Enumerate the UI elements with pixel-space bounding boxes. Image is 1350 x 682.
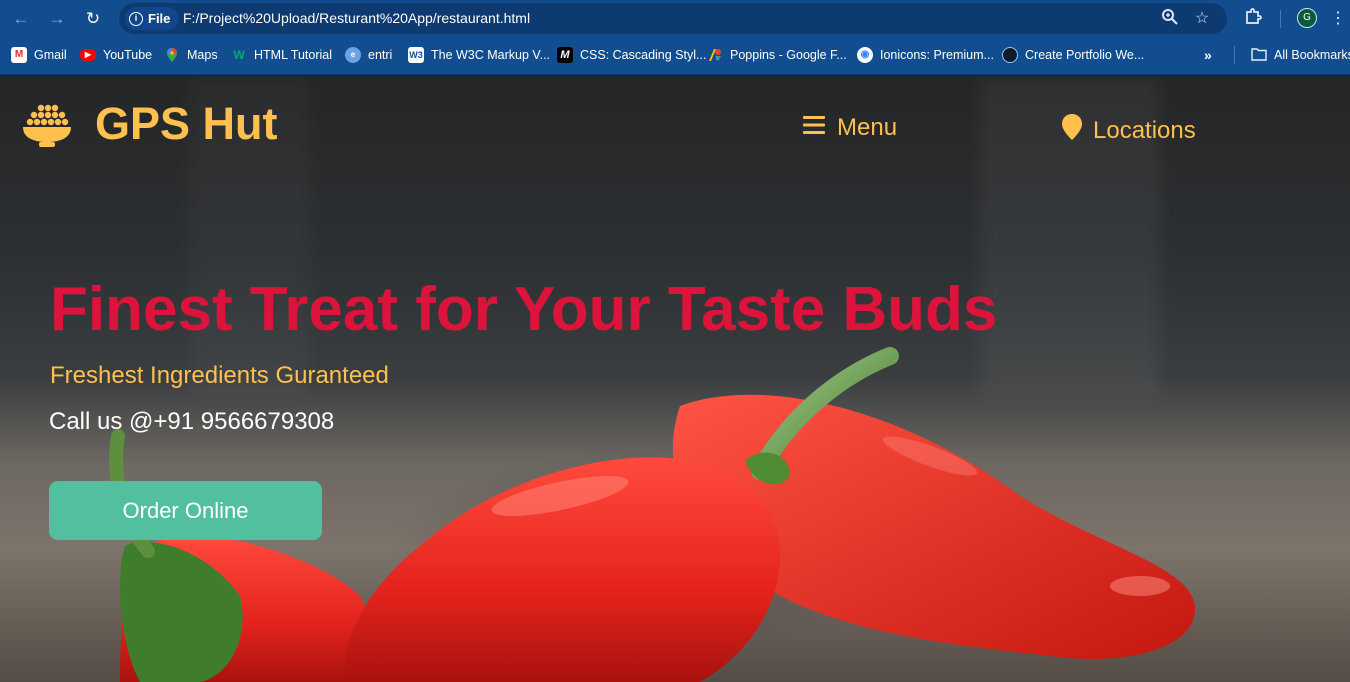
bookmark-html-tutorial[interactable]: W HTML Tutorial: [231, 37, 332, 73]
entri-icon: e: [345, 47, 361, 63]
bookmark-w3c[interactable]: W3 The W3C Markup V...: [408, 37, 550, 73]
rice-bowl-icon: [22, 104, 72, 148]
more-bookmarks-chevron-icon[interactable]: »: [1204, 37, 1212, 73]
bookmarks-divider: [1234, 46, 1235, 64]
bookmark-gmail[interactable]: M Gmail: [11, 37, 67, 73]
back-arrow-icon[interactable]: ←: [9, 7, 33, 31]
address-bar[interactable]: i File F:/Project%20Upload/Resturant%20A…: [119, 3, 1227, 34]
bookmark-label: Create Portfolio We...: [1025, 48, 1145, 62]
bookmark-poppins[interactable]: Poppins - Google F...: [707, 37, 847, 73]
mdn-icon: M: [557, 47, 573, 63]
bookmarks-bar: M Gmail ▶ YouTube Maps W HTML Tutorial e…: [0, 37, 1350, 75]
hero-title: Finest Treat for Your Taste Buds: [50, 275, 998, 344]
hamburger-icon: [803, 114, 825, 142]
bookmark-label: Ionicons: Premium...: [880, 48, 994, 62]
browser-toolbar: ← → ↻ i File F:/Project%20Upload/Restura…: [0, 0, 1350, 37]
bookmark-label: HTML Tutorial: [254, 48, 333, 62]
nav-locations-link[interactable]: Locations: [1061, 114, 1196, 147]
bookmark-label: CSS: Cascading Styl...: [580, 48, 707, 62]
w3schools-icon: W: [233, 48, 245, 62]
nav-locations-label: Locations: [1093, 116, 1196, 144]
more-options-icon[interactable]: ⋮: [1330, 7, 1346, 31]
bookmark-label: The W3C Markup V...: [431, 48, 551, 62]
folder-icon: [1251, 47, 1267, 64]
bookmark-star-icon[interactable]: ☆: [1191, 8, 1213, 30]
bookmark-css-mdn[interactable]: M CSS: Cascading Styl...: [557, 37, 706, 73]
bookmark-ionicons[interactable]: ◉ Ionicons: Premium...: [857, 37, 994, 73]
profile-avatar[interactable]: G: [1297, 8, 1317, 28]
all-bookmarks-folder[interactable]: All Bookmarks: [1251, 37, 1350, 73]
nav-menu-link[interactable]: Menu: [803, 114, 897, 142]
url-text[interactable]: F:/Project%20Upload/Resturant%20App/rest…: [183, 3, 530, 34]
restaurant-page: GPS Hut Menu Locations Finest Treat for …: [0, 76, 1350, 682]
brand-name[interactable]: GPS Hut: [95, 98, 278, 150]
bookmark-label: Maps: [187, 48, 218, 62]
w3c-icon: W3: [408, 47, 424, 63]
youtube-icon: ▶: [80, 49, 96, 61]
maps-icon: [164, 47, 180, 63]
reload-icon[interactable]: ↻: [81, 7, 105, 31]
site-info-label: File: [148, 11, 171, 26]
google-fonts-icon: [707, 47, 723, 63]
ionicons-icon: ◉: [857, 47, 873, 63]
extensions-icon[interactable]: [1241, 7, 1265, 31]
order-online-button[interactable]: Order Online: [49, 481, 322, 540]
location-pin-icon: [1061, 114, 1083, 147]
nav-menu-label: Menu: [837, 114, 898, 141]
site-info-chip[interactable]: i File: [125, 7, 180, 30]
forward-arrow-icon[interactable]: →: [45, 7, 69, 31]
gmail-icon: M: [11, 47, 27, 63]
portfolio-icon: [1002, 47, 1018, 63]
hero-phone: Call us @+91 9566679308: [49, 408, 335, 435]
bookmark-label: Gmail: [34, 48, 67, 62]
bookmark-maps[interactable]: Maps: [164, 37, 218, 73]
bookmark-label: entri: [368, 48, 393, 62]
info-icon: i: [129, 11, 143, 26]
toolbar-divider: [1280, 10, 1281, 28]
zoom-icon[interactable]: [1159, 8, 1181, 30]
bookmark-entri[interactable]: e entri: [345, 37, 392, 73]
all-bookmarks-label: All Bookmarks: [1274, 48, 1350, 62]
hero-subtitle: Freshest Ingredients Guranteed: [50, 362, 389, 389]
bookmark-label: Poppins - Google F...: [730, 48, 847, 62]
bookmark-youtube[interactable]: ▶ YouTube: [80, 37, 152, 73]
bookmark-portfolio[interactable]: Create Portfolio We...: [1002, 37, 1144, 73]
bookmark-label: YouTube: [103, 48, 153, 62]
site-header: GPS Hut Menu Locations: [0, 76, 1350, 180]
